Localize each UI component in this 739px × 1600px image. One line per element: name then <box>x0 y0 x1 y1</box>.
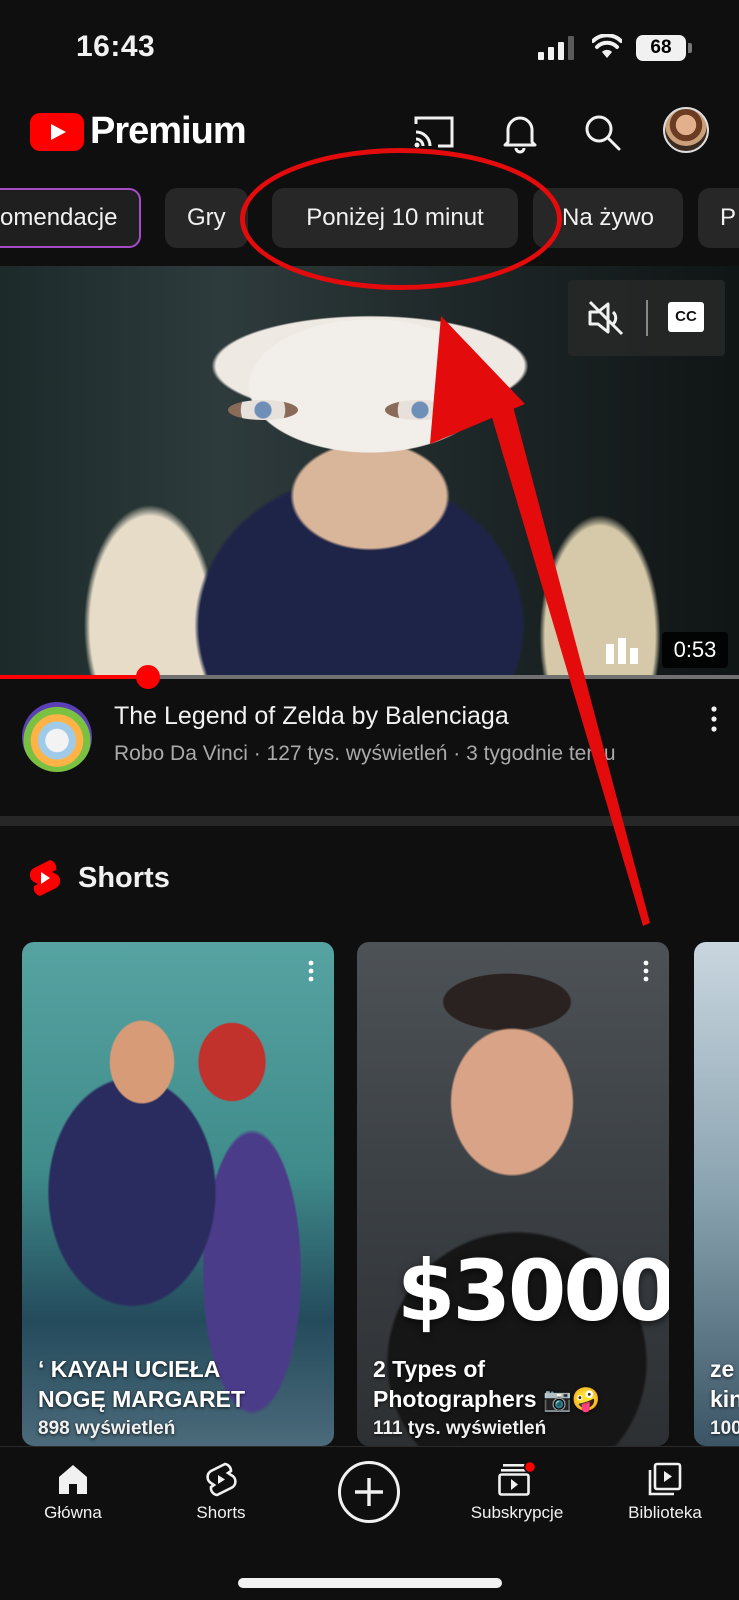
more-options-icon[interactable] <box>704 704 724 734</box>
cast-icon[interactable] <box>412 110 456 154</box>
short-card[interactable]: ze kin 100 <box>694 942 739 1446</box>
short-caption: 2 Types of <box>373 1356 486 1382</box>
video-info[interactable]: The Legend of Zelda by Balenciaga Robo D… <box>0 690 739 800</box>
chip-games[interactable]: Gry <box>165 188 248 248</box>
short-caption: ‘ KAYAH UCIEŁA <box>38 1356 221 1382</box>
short-views: 898 wyświetleń <box>38 1418 176 1439</box>
progress-fill <box>0 675 148 679</box>
short-views: 100 <box>710 1418 739 1439</box>
notifications-bell-icon[interactable] <box>498 110 542 154</box>
muted-volume-icon[interactable] <box>586 300 626 336</box>
short-overlay-text: $3000 <box>397 1242 669 1340</box>
short-views: 111 tys. wyświetleń <box>373 1418 547 1439</box>
chip-next[interactable]: P <box>698 188 739 248</box>
short-more-icon[interactable] <box>308 960 314 982</box>
youtube-logo-icon <box>30 112 84 151</box>
pause-icon[interactable] <box>606 638 646 664</box>
youtube-premium-logo[interactable]: Premium <box>30 110 247 153</box>
plus-icon <box>355 1478 383 1506</box>
video-title[interactable]: The Legend of Zelda by Balenciaga <box>114 702 509 731</box>
status-time: 16:43 <box>76 30 156 63</box>
video-subtitle: Robo Da Vinci · 127 tys. wyświetleń · 3 … <box>114 742 616 765</box>
short-caption: Photographers 📷🤪 <box>373 1386 601 1412</box>
progress-scrubber-handle[interactable] <box>135 665 160 689</box>
cellular-signal-icon <box>538 36 574 60</box>
nav-home[interactable]: Główna <box>8 1461 138 1523</box>
shorts-section-header: Shorts <box>28 856 170 900</box>
controls-divider <box>646 300 648 336</box>
search-icon[interactable] <box>580 110 624 154</box>
chip-recommendations[interactable]: omendacje <box>0 188 142 248</box>
closed-captions-button[interactable]: CC <box>668 302 704 332</box>
account-avatar[interactable] <box>663 107 709 153</box>
section-separator <box>0 816 739 826</box>
short-card[interactable]: $3000 2 Types of Photographers 📷🤪 111 ty… <box>357 942 669 1446</box>
brand-label: Premium <box>90 110 247 152</box>
battery-tip <box>688 43 692 53</box>
video-frame-detail <box>228 400 298 420</box>
nav-subscriptions-label: Subskrypcje <box>470 1503 564 1522</box>
player-controls-overlay: CC <box>568 280 725 356</box>
short-card[interactable]: ‘ KAYAH UCIEŁA NOGĘ MARGARET 898 wyświet… <box>22 942 334 1446</box>
short-caption: kin <box>710 1386 739 1412</box>
wifi-icon <box>592 34 622 58</box>
short-more-icon[interactable] <box>643 960 649 982</box>
short-caption: NOGĘ MARGARET <box>38 1386 245 1412</box>
nav-library[interactable]: Biblioteka <box>600 1461 730 1523</box>
library-icon <box>648 1462 682 1496</box>
channel-avatar[interactable] <box>22 702 92 772</box>
nav-subscriptions[interactable]: Subskrypcje <box>452 1461 582 1523</box>
shorts-logo-icon <box>29 860 61 896</box>
bottom-navigation: Główna Shorts Subskrypcje Biblioteka <box>0 1446 739 1600</box>
video-player[interactable]: CC 0:53 <box>0 266 739 676</box>
short-caption: ze <box>710 1356 735 1382</box>
nav-shorts-label: Shorts <box>196 1503 246 1522</box>
annotation-circle <box>240 148 562 290</box>
nav-library-label: Biblioteka <box>628 1503 702 1522</box>
video-progress-bar[interactable] <box>0 665 739 689</box>
shorts-icon <box>206 1462 237 1497</box>
shorts-section-title: Shorts <box>78 861 170 894</box>
subscriptions-icon <box>498 1461 537 1496</box>
nav-shorts[interactable]: Shorts <box>156 1461 286 1523</box>
battery-indicator: 68 <box>636 35 686 61</box>
nav-home-label: Główna <box>44 1503 102 1522</box>
home-icon <box>59 1465 87 1494</box>
home-indicator <box>238 1578 502 1588</box>
create-button[interactable] <box>338 1461 400 1523</box>
video-frame-detail <box>385 400 455 420</box>
video-duration: 0:53 <box>662 632 728 668</box>
status-bar: 16:43 68 <box>0 0 739 92</box>
